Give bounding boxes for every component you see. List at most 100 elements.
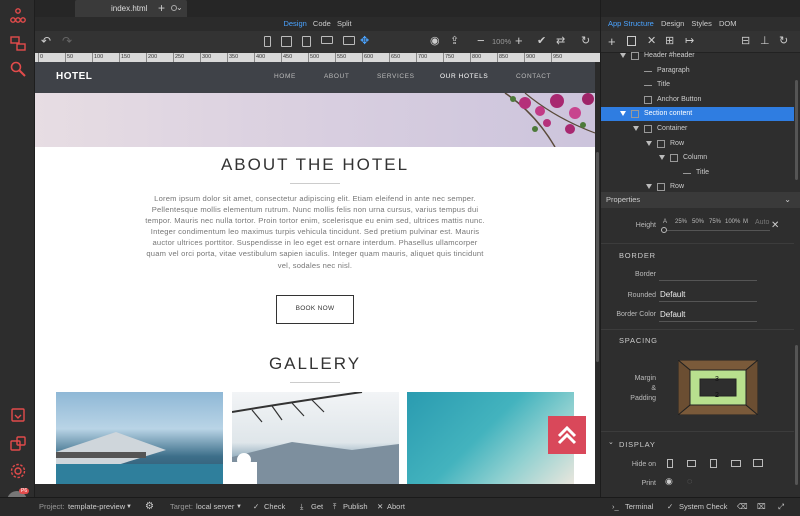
- display-collapse-chevron-icon[interactable]: ⌄: [608, 438, 614, 446]
- pin-icon[interactable]: ⊥: [760, 34, 770, 47]
- height-option[interactable]: A: [663, 219, 667, 225]
- tab-styles[interactable]: Styles: [691, 19, 711, 28]
- project-dropdown-icon[interactable]: ▼: [126, 498, 132, 516]
- abort-button[interactable]: Abort: [387, 498, 405, 516]
- height-option[interactable]: M: [743, 219, 748, 225]
- nav-services[interactable]: SERVICES: [377, 73, 415, 80]
- tree-expand-triangle-icon[interactable]: [646, 140, 652, 146]
- tree-node-row[interactable]: Row: [601, 137, 794, 151]
- hide-desktop-icon[interactable]: [753, 459, 763, 467]
- properties-header[interactable]: Properties ⌄: [601, 192, 800, 208]
- tab-app-structure[interactable]: App Structure: [608, 19, 654, 28]
- height-slider-thumb[interactable]: [661, 227, 667, 233]
- border-color-select[interactable]: Default: [660, 310, 685, 319]
- settings-gear-icon[interactable]: [8, 461, 28, 481]
- project-settings-gear-icon[interactable]: ⚙: [145, 498, 154, 516]
- move-icon[interactable]: ✥: [360, 34, 369, 47]
- book-now-button[interactable]: BOOK NOW: [276, 295, 354, 324]
- tree-node-text[interactable]: Paragraph: [601, 64, 794, 78]
- zoom-in-icon[interactable]: +: [515, 33, 523, 48]
- collapse-tree-icon[interactable]: ⊟: [741, 34, 750, 47]
- tree-node-column[interactable]: Column: [601, 151, 794, 165]
- tree-scrollbar[interactable]: [795, 80, 798, 180]
- print-hide-eye-icon[interactable]: ◌: [687, 476, 692, 486]
- refresh-tree-icon[interactable]: ↻: [779, 34, 788, 47]
- hide-tablet-icon[interactable]: [710, 459, 717, 468]
- tree-node-header[interactable]: Header #header: [601, 49, 794, 63]
- rounded-select[interactable]: Default: [660, 290, 685, 299]
- get-button[interactable]: Get: [311, 498, 323, 516]
- wrap-icon[interactable]: ⊞: [665, 34, 674, 47]
- scroll-to-top-button[interactable]: [548, 416, 586, 454]
- app-logo-icon[interactable]: [8, 6, 28, 26]
- unwrap-icon[interactable]: ↦: [685, 34, 694, 47]
- tree-node-section[interactable]: Section content: [601, 107, 794, 122]
- spacing-section-title[interactable]: SPACING: [619, 336, 658, 345]
- gallery-section-title[interactable]: GALLERY: [35, 354, 595, 374]
- trash-icon[interactable]: ⌧: [757, 498, 766, 516]
- eraser-icon[interactable]: ⌫: [737, 498, 748, 516]
- about-paragraph[interactable]: Lorem ipsum dolor sit amet, consectetur …: [145, 193, 485, 271]
- device-desktop-icon[interactable]: [343, 36, 355, 45]
- terminal-button[interactable]: Terminal: [625, 498, 653, 516]
- height-option[interactable]: 25%: [675, 219, 687, 225]
- device-laptop-icon[interactable]: [321, 36, 333, 44]
- delete-x-icon[interactable]: ✕: [647, 34, 656, 47]
- tree-node-container[interactable]: Container: [601, 122, 794, 136]
- tree-expand-triangle-icon[interactable]: [620, 53, 626, 58]
- hide-tablet-landscape-icon[interactable]: [687, 460, 696, 467]
- project-select[interactable]: template-preview: [68, 498, 125, 516]
- properties-scrollbar[interactable]: [795, 345, 798, 485]
- properties-collapse-chevron-icon[interactable]: ⌄: [784, 192, 791, 208]
- display-section-title[interactable]: DISPLAY: [619, 440, 656, 449]
- target-dropdown-icon[interactable]: ▼: [236, 498, 242, 516]
- spacing-box-model[interactable]: 3 2: [676, 358, 760, 417]
- zoom-out-icon[interactable]: −: [477, 33, 485, 48]
- spacing-bottom-value[interactable]: 2: [715, 392, 719, 399]
- plugins-icon[interactable]: [8, 434, 28, 454]
- publish-button[interactable]: Publish: [343, 498, 368, 516]
- check-button[interactable]: Check: [264, 498, 285, 516]
- redo-icon[interactable]: ↷: [62, 34, 72, 48]
- tree-node-title[interactable]: Title: [601, 78, 794, 92]
- refresh-icon[interactable]: ↻: [581, 34, 590, 47]
- export-icon[interactable]: [8, 405, 28, 425]
- nav-contact[interactable]: CONTACT: [516, 73, 551, 80]
- device-phone-icon[interactable]: [264, 36, 271, 47]
- spacing-top-value[interactable]: 3: [715, 376, 719, 383]
- tab-dropdown-chevron-icon[interactable]: ⌄: [176, 3, 183, 12]
- nav-about[interactable]: ABOUT: [324, 73, 349, 80]
- tab-index-html[interactable]: index.html: [75, 0, 187, 17]
- duplicate-icon[interactable]: [627, 36, 636, 46]
- expand-icon[interactable]: ⤢: [778, 498, 784, 516]
- height-clear-x-icon[interactable]: ✕: [771, 220, 779, 231]
- nav-our-hotels[interactable]: OUR HOTELS: [440, 73, 488, 80]
- target-select[interactable]: local server: [196, 498, 234, 516]
- height-option[interactable]: 75%: [709, 219, 721, 225]
- hide-laptop-icon[interactable]: [731, 460, 741, 467]
- search-icon[interactable]: [8, 59, 28, 79]
- site-navbar[interactable]: HOTEL HOME ABOUT SERVICES OUR HOTELS CON…: [35, 62, 595, 93]
- gallery-image-1[interactable]: [56, 392, 223, 484]
- tab-dom[interactable]: DOM: [719, 19, 737, 28]
- height-option[interactable]: 100%: [725, 219, 740, 225]
- structure-icon[interactable]: [8, 33, 28, 53]
- check-circle-icon[interactable]: ✔: [537, 34, 546, 47]
- height-option[interactable]: Auto: [755, 219, 769, 226]
- tree-expand-triangle-icon[interactable]: [620, 111, 626, 117]
- add-element-icon[interactable]: +: [608, 34, 616, 49]
- border-input-line[interactable]: [659, 280, 757, 281]
- tree-expand-triangle-icon[interactable]: [633, 126, 639, 131]
- hide-phone-icon[interactable]: [667, 459, 673, 468]
- nav-home[interactable]: HOME: [274, 73, 296, 80]
- site-brand[interactable]: HOTEL: [56, 71, 92, 82]
- device-tablet-icon[interactable]: [302, 36, 311, 47]
- tab-design[interactable]: Design: [661, 19, 684, 28]
- tree-expand-triangle-icon[interactable]: [659, 155, 665, 161]
- mode-split[interactable]: Split: [337, 19, 352, 28]
- new-tab-plus-icon[interactable]: +: [158, 1, 165, 15]
- height-option[interactable]: 50%: [692, 219, 704, 225]
- preview-eye-icon[interactable]: ◉: [430, 34, 440, 47]
- export-page-icon[interactable]: ⇪: [450, 34, 459, 47]
- tree-expand-triangle-icon[interactable]: [646, 184, 652, 190]
